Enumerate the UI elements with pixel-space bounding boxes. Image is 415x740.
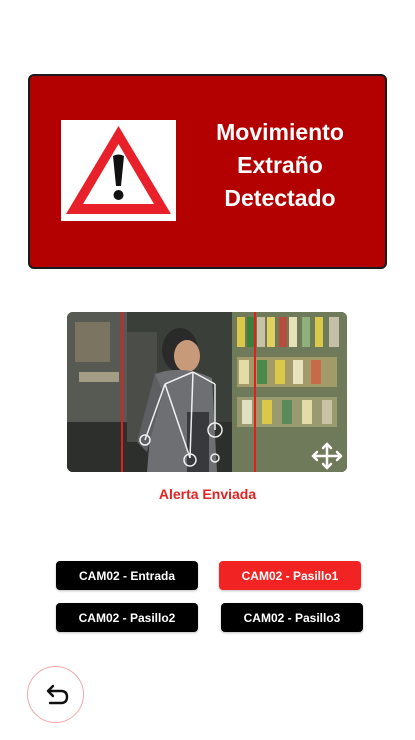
camera-button-entrada[interactable]: CAM02 - Entrada bbox=[56, 561, 198, 590]
alert-status-text: Alerta Enviada bbox=[158, 486, 257, 502]
camera-button-pasillo2[interactable]: CAM02 - Pasillo2 bbox=[56, 603, 198, 632]
alert-banner: Movimiento Extraño Detectado bbox=[28, 74, 387, 269]
camera-image bbox=[67, 312, 347, 472]
warning-triangle-icon bbox=[61, 120, 176, 221]
back-button[interactable] bbox=[27, 666, 84, 723]
return-arrow-icon bbox=[46, 684, 68, 704]
alert-title: Movimiento Extraño Detectado bbox=[216, 119, 344, 211]
camera-feed[interactable] bbox=[67, 312, 347, 472]
camera-button-pasillo3[interactable]: CAM02 - Pasillo3 bbox=[221, 603, 363, 632]
alert-screen: Movimiento Extraño Detectado Alerta Envi… bbox=[0, 0, 415, 740]
expand-arrows-icon[interactable] bbox=[307, 440, 347, 472]
camera-button-pasillo1[interactable]: CAM02 - Pasillo1 bbox=[219, 561, 361, 590]
